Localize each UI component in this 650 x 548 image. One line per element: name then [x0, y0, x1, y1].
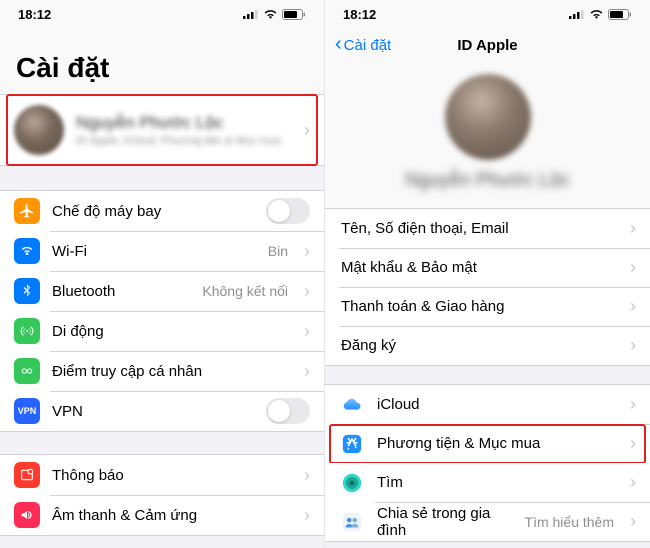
row-label: Chia sẻ trong gia đình [377, 505, 513, 539]
airplane-icon [14, 198, 40, 224]
row-label: Thanh toán & Giao hàng [341, 298, 614, 315]
status-bar: 18:12 [0, 0, 324, 28]
sounds-row[interactable]: Âm thanh & Cảm ứng › [0, 495, 324, 535]
page-title: Cài đặt [0, 28, 324, 94]
profile-text: Nguyễn Phước Lộc ID Apple, iCloud, Phươn… [76, 113, 288, 147]
name-phone-email-row[interactable]: Tên, Số điện thoại, Email › [325, 209, 650, 248]
profile-name: Nguyễn Phước Lộc [76, 113, 288, 133]
chevron-right-icon: › [630, 394, 636, 415]
status-indicators [243, 9, 306, 20]
row-label: Tên, Số điện thoại, Email [341, 220, 614, 237]
chevron-left-icon: ‹ [335, 34, 342, 54]
vpn-toggle[interactable] [266, 398, 310, 424]
notifications-icon [14, 462, 40, 488]
status-indicators [569, 9, 632, 20]
sounds-icon [14, 502, 40, 528]
row-label: iCloud [377, 396, 614, 413]
wifi-settings-icon [14, 238, 40, 264]
chevron-right-icon: › [304, 120, 310, 141]
chevron-right-icon: › [304, 505, 310, 526]
vpn-icon: VPN [14, 398, 40, 424]
row-label: Phương tiện & Mục mua [377, 435, 614, 452]
icloud-row[interactable]: iCloud › [325, 385, 650, 424]
apple-id-screen: 18:12 ‹ Cài đặt ID Apple Nguyễn Phước Lộ… [325, 0, 650, 548]
chevron-right-icon: › [630, 511, 636, 532]
back-label: Cài đặt [344, 37, 392, 54]
chevron-right-icon: › [630, 218, 636, 239]
password-security-row[interactable]: Mật khẩu & Bảo mật › [325, 248, 650, 287]
wifi-icon [589, 9, 604, 20]
battery-icon [608, 9, 632, 20]
chevron-right-icon: › [630, 472, 636, 493]
row-label: Mật khẩu & Bảo mật [341, 259, 614, 276]
chevron-right-icon: › [630, 335, 636, 356]
airplane-mode-row[interactable]: Chế độ máy bay [0, 191, 324, 231]
apple-id-row[interactable]: Nguyễn Phước Lộc ID Apple, iCloud, Phươn… [0, 95, 324, 165]
avatar[interactable] [445, 74, 531, 160]
find-my-row[interactable]: Tìm › [325, 463, 650, 502]
account-info-section: Tên, Số điện thoại, Email › Mật khẩu & B… [325, 208, 650, 366]
chevron-right-icon: › [630, 433, 636, 454]
subscriptions-row[interactable]: Đăng ký › [325, 326, 650, 365]
wifi-value: Bin [268, 243, 288, 259]
row-label: Âm thanh & Cảm ứng [52, 507, 288, 524]
cellular-settings-icon [14, 318, 40, 344]
row-label: VPN [52, 403, 254, 420]
media-purchases-row[interactable]: Phương tiện & Mục mua › [325, 424, 650, 463]
chevron-right-icon: › [304, 281, 310, 302]
wifi-icon [263, 9, 278, 20]
hotspot-icon [14, 358, 40, 384]
back-button[interactable]: ‹ Cài đặt [335, 36, 391, 54]
status-bar: 18:12 [325, 0, 650, 28]
bluetooth-row[interactable]: Bluetooth Không kết nối › [0, 271, 324, 311]
general-section: Thông báo › Âm thanh & Cảm ứng › [0, 454, 324, 536]
vpn-row[interactable]: VPN VPN [0, 391, 324, 431]
family-value: Tìm hiểu thêm [525, 514, 614, 530]
cellular-row[interactable]: Di động › [0, 311, 324, 351]
family-sharing-icon [339, 509, 365, 535]
row-label: Thông báo [52, 467, 288, 484]
row-label: Tìm [377, 474, 614, 491]
chevron-right-icon: › [304, 241, 310, 262]
avatar [14, 105, 64, 155]
payment-shipping-row[interactable]: Thanh toán & Giao hàng › [325, 287, 650, 326]
row-label: Bluetooth [52, 283, 190, 300]
icloud-icon [339, 392, 365, 418]
profile-name: Nguyễn Phước Lộc [405, 170, 570, 192]
app-store-icon [339, 431, 365, 457]
row-label: Wi-Fi [52, 243, 256, 260]
status-time: 18:12 [343, 7, 376, 22]
row-label: Di động [52, 323, 288, 340]
hotspot-row[interactable]: Điểm truy cập cá nhân › [0, 351, 324, 391]
notifications-row[interactable]: Thông báo › [0, 455, 324, 495]
bluetooth-value: Không kết nối [202, 283, 288, 299]
find-my-icon [339, 470, 365, 496]
battery-icon [282, 9, 306, 20]
row-label: Đăng ký [341, 337, 614, 354]
bluetooth-icon [14, 278, 40, 304]
profile-section: Nguyễn Phước Lộc ID Apple, iCloud, Phươn… [0, 94, 324, 166]
chevron-right-icon: › [630, 257, 636, 278]
chevron-right-icon: › [304, 361, 310, 382]
nav-bar: ‹ Cài đặt ID Apple [325, 28, 650, 62]
chevron-right-icon: › [304, 321, 310, 342]
chevron-right-icon: › [304, 465, 310, 486]
status-time: 18:12 [18, 7, 51, 22]
profile-hero: Nguyễn Phước Lộc [325, 62, 650, 208]
row-label: Điểm truy cập cá nhân [52, 363, 288, 380]
row-label: Chế độ máy bay [52, 203, 254, 220]
cellular-icon [243, 9, 259, 19]
cellular-icon [569, 9, 585, 19]
wifi-row[interactable]: Wi-Fi Bin › [0, 231, 324, 271]
airplane-toggle[interactable] [266, 198, 310, 224]
connectivity-section: Chế độ máy bay Wi-Fi Bin › Bluetooth Khô… [0, 190, 324, 432]
services-section: iCloud › Phương tiện & Mục mua › Tìm › C… [325, 384, 650, 542]
settings-screen: 18:12 Cài đặt Nguyễn Phước Lộc ID Apple,… [0, 0, 325, 548]
profile-subtitle: ID Apple, iCloud, Phương tiện & Mục mua [76, 135, 288, 147]
chevron-right-icon: › [630, 296, 636, 317]
family-sharing-row[interactable]: Chia sẻ trong gia đình Tìm hiểu thêm › [325, 502, 650, 541]
